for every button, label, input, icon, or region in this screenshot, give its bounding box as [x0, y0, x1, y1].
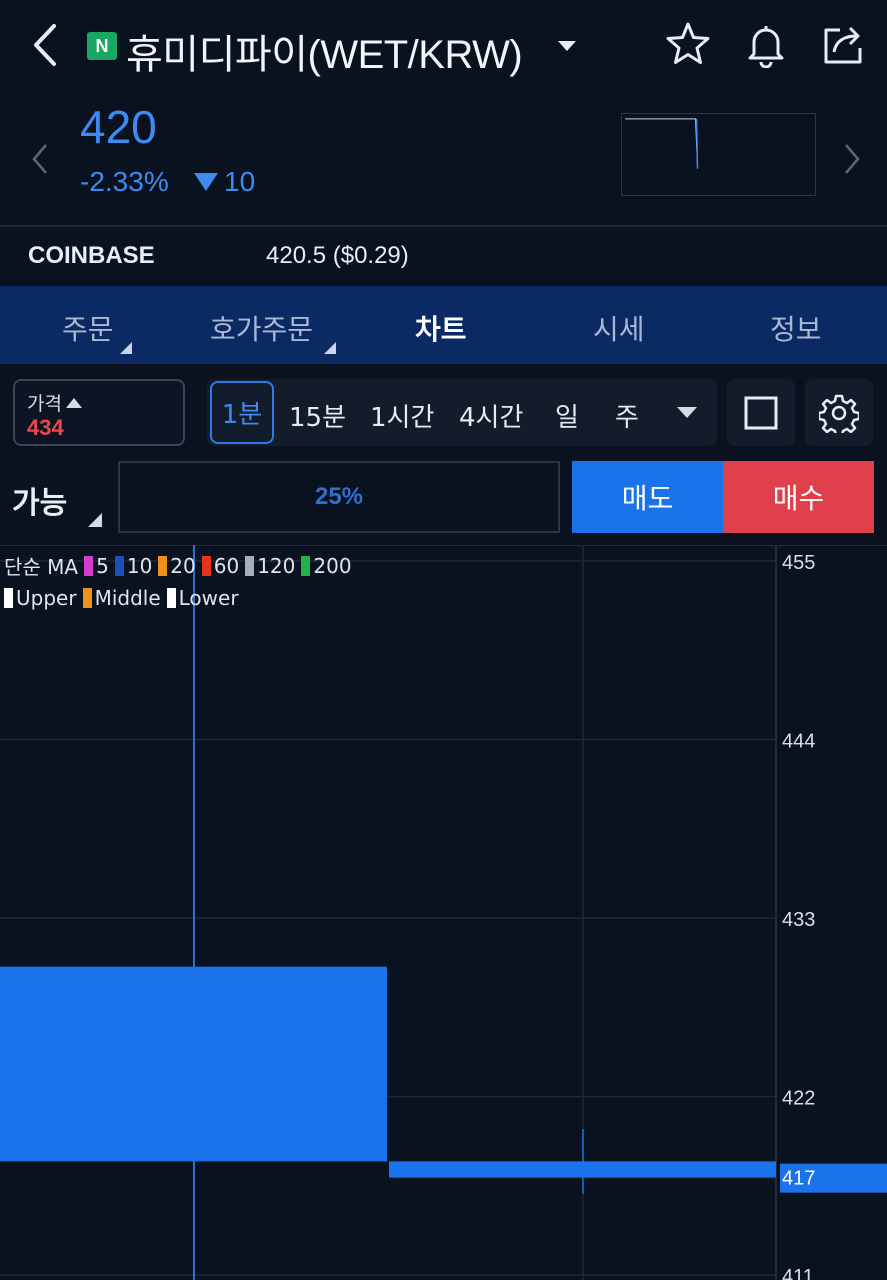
corner-indicator-icon [324, 342, 336, 354]
ma-legend: 단순 MA 5 10 20 60 120 200 [4, 551, 354, 580]
bb-middle-label: Middle [94, 586, 161, 610]
price-chart[interactable]: 455 444 433 422 411 417 단순 MA 5 10 20 60 120 … [0, 545, 887, 1280]
bb-lower-swatch [166, 588, 176, 608]
available-label[interactable]: 가능 [12, 478, 67, 522]
back-chevron-icon[interactable] [28, 22, 64, 68]
exchange-name: COINBASE [28, 242, 155, 269]
tab-order[interactable]: 주문 [62, 308, 114, 348]
change-amount-value: 10 [224, 166, 256, 197]
ma-60-swatch [201, 555, 211, 576]
interval-4hour[interactable]: 4시간 [459, 397, 523, 434]
ma-5-label: 5 [96, 553, 109, 578]
y-tick-label: 411 [782, 1266, 814, 1280]
ma-200-label: 200 [313, 553, 352, 578]
candle-body[interactable] [389, 1161, 776, 1178]
bell-icon[interactable] [742, 20, 790, 68]
price-type-select[interactable]: 가격 434 [13, 379, 185, 446]
candle-body[interactable] [0, 966, 387, 1162]
tab-orderbook-order[interactable]: 호가주문 [210, 308, 313, 348]
network-badge: N [87, 32, 117, 60]
chart-canvas[interactable]: 455 444 433 422 411 417 [0, 545, 887, 1280]
sort-up-icon [65, 397, 82, 408]
tab-bar: 주문 호가주문 차트 시세 정보 [0, 286, 887, 364]
bb-middle-swatch [82, 588, 92, 608]
interval-1hour[interactable]: 1시간 [370, 397, 434, 434]
exchange-price: 420.5 ($0.29) [266, 242, 409, 269]
ma-120-swatch [245, 555, 255, 576]
chevron-down-icon[interactable] [556, 38, 578, 54]
chevron-down-icon[interactable] [677, 407, 697, 418]
divider [0, 225, 887, 227]
y-tick-label: 433 [782, 909, 815, 931]
header-bar: N 휴미디파이(WET/KRW) [0, 0, 887, 90]
tab-chart[interactable]: 차트 [415, 308, 467, 348]
change-percent: -2.33% [80, 166, 169, 197]
ma-10-swatch [114, 555, 124, 576]
settings-button[interactable] [805, 379, 873, 446]
change-amount: 10 [194, 166, 255, 198]
ma-legend-title: 단순 MA [4, 555, 79, 579]
percent-selector[interactable]: 25% [118, 461, 560, 533]
interval-1min[interactable]: 1분 [210, 381, 274, 444]
star-icon[interactable] [664, 20, 712, 68]
bb-upper-swatch [4, 588, 13, 608]
fullscreen-button[interactable] [727, 379, 795, 446]
ma-20-swatch [158, 555, 168, 576]
bb-lower-label: Lower [178, 586, 239, 610]
bb-upper-label: Upper [16, 586, 77, 610]
corner-indicator-icon [120, 342, 132, 354]
share-icon[interactable] [820, 20, 868, 68]
y-tick-label: 422 [782, 1088, 815, 1110]
ma-120-label: 120 [257, 553, 296, 578]
next-coin-chevron-icon[interactable] [842, 142, 862, 176]
ma-20-label: 20 [170, 553, 196, 578]
interval-week[interactable]: 주 [615, 397, 639, 434]
interval-selector: 1분 15분 1시간 4시간 일 주 [207, 379, 717, 446]
square-icon [744, 396, 778, 429]
tab-info[interactable]: 정보 [770, 308, 822, 348]
sell-button[interactable]: 매도 [572, 461, 723, 533]
corner-indicator-icon [88, 513, 102, 527]
y-tick-label: 444 [782, 731, 815, 753]
mini-price-chart [621, 113, 816, 196]
ma-60-label: 60 [213, 553, 240, 578]
bollinger-legend: Upper Middle Lower [0, 586, 241, 610]
exchange-row: COINBASE 420.5 ($0.29) [0, 228, 887, 286]
price-type-value: 434 [27, 415, 64, 440]
ma-5-swatch [84, 555, 94, 576]
interval-day[interactable]: 일 [555, 397, 579, 434]
ma-200-swatch [301, 555, 311, 576]
tab-market[interactable]: 시세 [593, 308, 645, 348]
y-tick-label: 455 [782, 552, 815, 574]
gear-icon [819, 394, 859, 433]
prev-coin-chevron-icon[interactable] [30, 142, 50, 176]
price-type-label: 가격 [27, 389, 82, 416]
current-price-label: 417 [782, 1168, 815, 1190]
page-title[interactable]: 휴미디파이(WET/KRW) [126, 22, 523, 80]
buy-button[interactable]: 매수 [723, 461, 874, 533]
price-summary: 420 -2.33% 10 [0, 90, 887, 226]
down-triangle-icon [194, 173, 218, 191]
interval-15min[interactable]: 15분 [289, 397, 346, 434]
current-price: 420 [80, 101, 157, 153]
ma-10-label: 10 [126, 553, 153, 578]
